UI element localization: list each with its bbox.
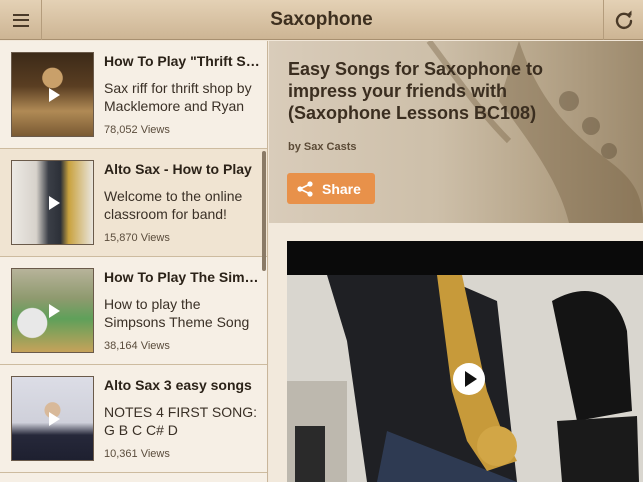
video-thumbnail[interactable] — [11, 376, 94, 461]
view-count: 15,870 Views — [104, 232, 170, 244]
app-toolbar: Saxophone — [0, 0, 643, 40]
video-title-heading: Easy Songs for Saxophone to impress your… — [288, 59, 544, 123]
video-title: How To Play The Simpsons — [104, 269, 260, 285]
video-description: How to play the Simpsons Theme Song — [104, 296, 250, 330]
play-icon — [48, 87, 60, 102]
list-item[interactable]: Alto Sax 3 easy songs NOTES 4 FIRST SONG… — [0, 365, 267, 473]
video-detail: Easy Songs for Saxophone to impress your… — [269, 41, 643, 482]
refresh-icon — [615, 10, 632, 30]
video-description: NOTES 4 FIRST SONG: G B C C# D — [104, 404, 257, 438]
video-description: Sax riff for thrift shop by Macklemore a… — [104, 80, 252, 114]
video-author: by Sax Casts — [288, 141, 357, 153]
detail-header: Easy Songs for Saxophone to impress your… — [269, 41, 643, 223]
play-icon — [48, 411, 60, 426]
video-player[interactable] — [287, 241, 643, 482]
video-thumbnail[interactable] — [11, 160, 94, 245]
list-item[interactable]: Alto Sax - How to Play Welcome to the on… — [0, 149, 267, 257]
list-item[interactable]: How To Play "Thrift Shop" Sax riff for t… — [0, 41, 267, 149]
video-title: Alto Sax 3 easy songs — [104, 377, 252, 393]
app-title: Saxophone — [270, 9, 373, 30]
video-play-icon[interactable] — [452, 362, 486, 396]
view-count: 10,361 Views — [104, 448, 170, 460]
share-button[interactable]: Share — [287, 173, 375, 204]
view-count: 38,164 Views — [104, 340, 170, 352]
video-description: Welcome to the online classroom for band… — [104, 188, 243, 222]
play-icon — [48, 303, 60, 318]
share-icon — [297, 180, 313, 197]
video-list: How To Play "Thrift Shop" Sax riff for t… — [0, 41, 268, 482]
list-item[interactable]: How To Play The Simpsons How to play the… — [0, 257, 267, 365]
video-thumbnail[interactable] — [11, 52, 94, 137]
share-label: Share — [322, 180, 361, 197]
play-icon — [48, 195, 60, 210]
video-title: How To Play "Thrift Shop" — [104, 53, 260, 69]
video-thumbnail[interactable] — [11, 268, 94, 353]
list-item[interactable] — [0, 473, 267, 482]
view-count: 78,052 Views — [104, 124, 170, 136]
list-scrollbar[interactable] — [262, 151, 266, 271]
refresh-button[interactable] — [603, 0, 643, 40]
video-title: Alto Sax - How to Play — [104, 161, 252, 177]
